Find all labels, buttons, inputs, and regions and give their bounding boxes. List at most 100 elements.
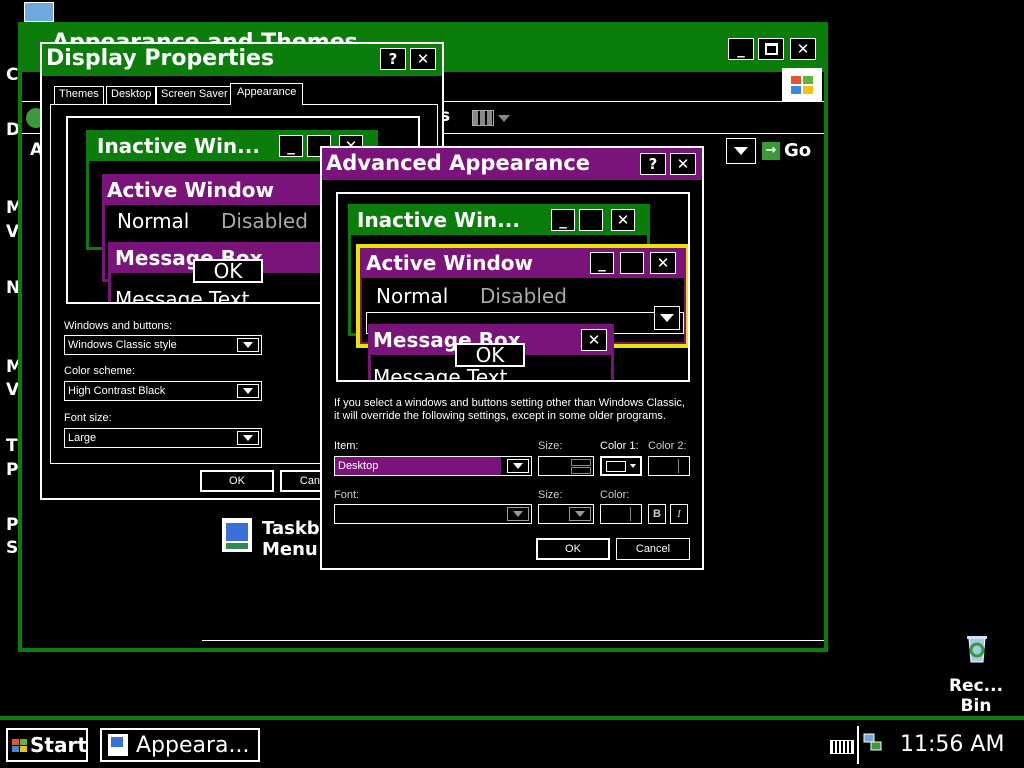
advanced-title: Advanced Appearance [326,151,591,175]
start-button[interactable]: Start [6,728,88,762]
windows-buttons-select[interactable]: Windows Classic style [64,335,262,355]
ok-button[interactable]: OK [200,470,274,492]
preview-active-title: Active Window [107,178,275,202]
preview-inactive-title: Inactive Win... [357,208,520,232]
color-scheme-value: High Contrast Black [68,385,166,397]
preview-maximize [579,209,603,231]
recycle-bin[interactable]: Rec... Bin [938,632,1014,716]
preview-msgbox-text: Message Text [115,287,250,304]
chevron-down-icon [237,338,259,352]
color2-button[interactable] [648,456,690,476]
chevron-down-icon [237,384,259,398]
info-line: it will override the following settings,… [334,410,666,422]
preview-msgbox-text: Message Text [373,365,508,382]
taskbar-link-label: Menu [262,539,318,560]
recycle-bin-icon [967,636,987,663]
font-label: Font: [334,489,360,501]
windows-buttons-value: Windows Classic style [68,339,177,351]
preview-scroll-arrow [654,306,680,330]
preview-minimize: _ [590,252,614,274]
clock[interactable]: 11:56 AM [900,732,1004,757]
preview-close: ✕ [650,252,676,274]
font-select[interactable] [334,504,532,524]
close-button[interactable]: ✕ [410,48,436,70]
taskbar-button-label: Appeara... [136,732,250,758]
font-color-button[interactable] [600,504,642,524]
color1-button[interactable] [600,456,642,476]
go-button[interactable]: → Go [762,140,811,161]
windows-buttons-label: Windows and buttons: [64,320,173,332]
size-label: Size: [538,440,563,452]
system-tray-divider [857,726,859,764]
font-size-label: Font size: [64,412,112,424]
tab-screen-saver[interactable]: Screen Saver [156,86,233,104]
address-dropdown-button[interactable] [726,138,756,164]
font-size-value: Large [68,432,97,444]
desktop-letter: P [6,515,19,535]
close-button[interactable]: ✕ [670,153,696,175]
separator-line [202,640,824,641]
help-button[interactable]: ? [640,153,666,175]
windows-flag-icon [12,738,27,752]
windows-logo-icon [782,68,822,102]
color2-label: Color 2: [648,440,687,452]
font-size-select[interactable] [538,504,594,524]
taskbar: Start Appeara... 11:56 AM [0,716,1024,768]
network-icon[interactable] [862,730,884,754]
font-color-label: Color: [600,489,630,501]
item-label: Item: [334,440,359,452]
color-scheme-select[interactable]: High Contrast Black [64,381,262,401]
appearance-task-icon [108,734,128,756]
preview-message-box: Message Box OK Message Text [108,242,326,304]
chevron-down-icon [507,459,529,473]
tab-appearance[interactable]: Appearance [230,83,304,105]
network-icon-svg [863,733,882,751]
item-value: Desktop [335,457,501,475]
preview-close: ✕ [581,329,607,351]
close-button[interactable]: ✕ [790,38,816,60]
maximize-button[interactable] [758,38,784,60]
preview-minimize: _ [279,135,303,157]
preview-ok-button: OK [193,259,263,283]
keyboard-icon[interactable] [830,740,854,754]
item-select[interactable]: Desktop [334,456,532,476]
bold-button[interactable]: B [648,504,666,524]
views-icon[interactable] [472,108,516,128]
font-size-select[interactable]: Large [64,428,262,448]
size-spinner[interactable] [538,456,594,476]
tab-themes[interactable]: Themes [54,86,104,104]
chevron-down-icon [507,507,529,521]
preview-active-title: Active Window [366,251,534,275]
advanced-preview: Inactive Win... _ ✕ Active Window _ ✕ No… [336,192,690,382]
cancel-button[interactable]: Cancel [616,538,690,560]
desktop-letter: C [6,65,19,85]
desktop-letter: T [6,436,18,456]
info-line: If you select a windows and buttons sett… [334,397,685,409]
recycle-bin-label: Rec... [948,676,1004,696]
taskbar-button-appearance[interactable]: Appeara... [100,728,260,762]
taskbar-icon [222,518,252,552]
preview-normal-text: Normal [117,209,190,233]
preview-close: ✕ [611,209,635,231]
preview-message-box: Message Box ✕ OK Message Text [368,324,614,382]
italic-button[interactable]: I [670,504,688,524]
preview-normal-text: Normal [376,284,449,308]
preview-ok-button: OK [455,343,525,367]
desktop-computer-icon[interactable] [24,2,54,22]
display-properties-title: Display Properties [46,46,275,71]
recycle-bin-label: Bin [960,696,992,716]
preview-disabled-text: Disabled [221,209,308,233]
ok-button[interactable]: OK [536,538,610,560]
font-size-label: Size: [538,489,563,501]
preview-disabled-text: Disabled [480,284,567,308]
help-button[interactable]: ? [380,48,406,70]
preview-inactive-title: Inactive Win... [97,134,260,158]
start-label: Start [30,733,87,757]
chevron-down-icon [569,507,591,521]
taskbar-start-menu-link[interactable]: Taskb Menu [222,518,320,560]
minimize-button[interactable]: _ [728,38,754,60]
go-arrow-icon: → [762,141,780,160]
tab-desktop[interactable]: Desktop [106,86,157,104]
color1-label: Color 1: [600,440,639,452]
preview-minimize: _ [551,209,575,231]
